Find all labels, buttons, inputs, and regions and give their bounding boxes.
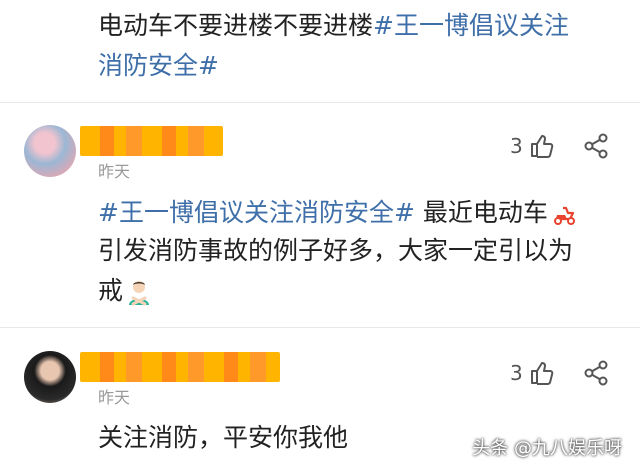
comment-text-line-1: 关注消防，平安你我他 — [98, 418, 348, 458]
username-redacted[interactable] — [80, 352, 280, 382]
comment-text-line-1: #王一博倡议关注消防安全# 最近电动车 — [98, 193, 578, 233]
share-icon — [584, 360, 608, 386]
like-button[interactable] — [528, 132, 556, 160]
post-text: 电动车不要进楼不要进楼 — [98, 11, 374, 40]
watermark: 头条 @九八娱乐呀 — [472, 438, 622, 459]
like-count: 3 — [510, 361, 523, 385]
share-button[interactable] — [582, 132, 610, 160]
post-text-line-1: 电动车不要进楼不要进楼#王一博倡议关注 — [98, 6, 569, 46]
post-text-line-2: 消防安全# — [98, 46, 219, 86]
comment-time: 昨天 — [98, 162, 131, 181]
comment-text: 引发消防事故的例子好多，大家一定引以为 — [98, 236, 574, 265]
hashtag-link[interactable]: #王一博倡议关注 — [373, 11, 569, 40]
like-count: 3 — [510, 134, 523, 158]
share-icon — [584, 133, 608, 159]
share-button[interactable] — [582, 359, 610, 387]
divider — [0, 102, 640, 103]
comment-time: 昨天 — [98, 388, 131, 407]
comment-text: 最近电动车 — [414, 198, 548, 227]
comment-text-line-3: 戒 — [98, 271, 153, 311]
hashtag-link-continued[interactable]: 消防安全# — [98, 51, 219, 80]
like-button[interactable] — [528, 359, 556, 387]
thumbs-up-icon — [531, 135, 554, 158]
hashtag-link[interactable]: #王一博倡议关注消防安全# — [98, 198, 415, 227]
comment-text-line-2: 引发消防事故的例子好多，大家一定引以为 — [98, 231, 573, 271]
avatar[interactable] — [24, 351, 76, 403]
comment-text: 关注消防，平安你我他 — [98, 423, 349, 452]
comment-text: 戒 — [98, 276, 124, 305]
avatar[interactable] — [24, 125, 76, 177]
thumbs-up-icon — [531, 362, 554, 385]
scooter-emoji-icon — [550, 200, 578, 228]
person-crossed-arms-emoji-icon — [125, 278, 153, 306]
divider — [0, 327, 640, 328]
username-redacted[interactable] — [80, 126, 223, 156]
